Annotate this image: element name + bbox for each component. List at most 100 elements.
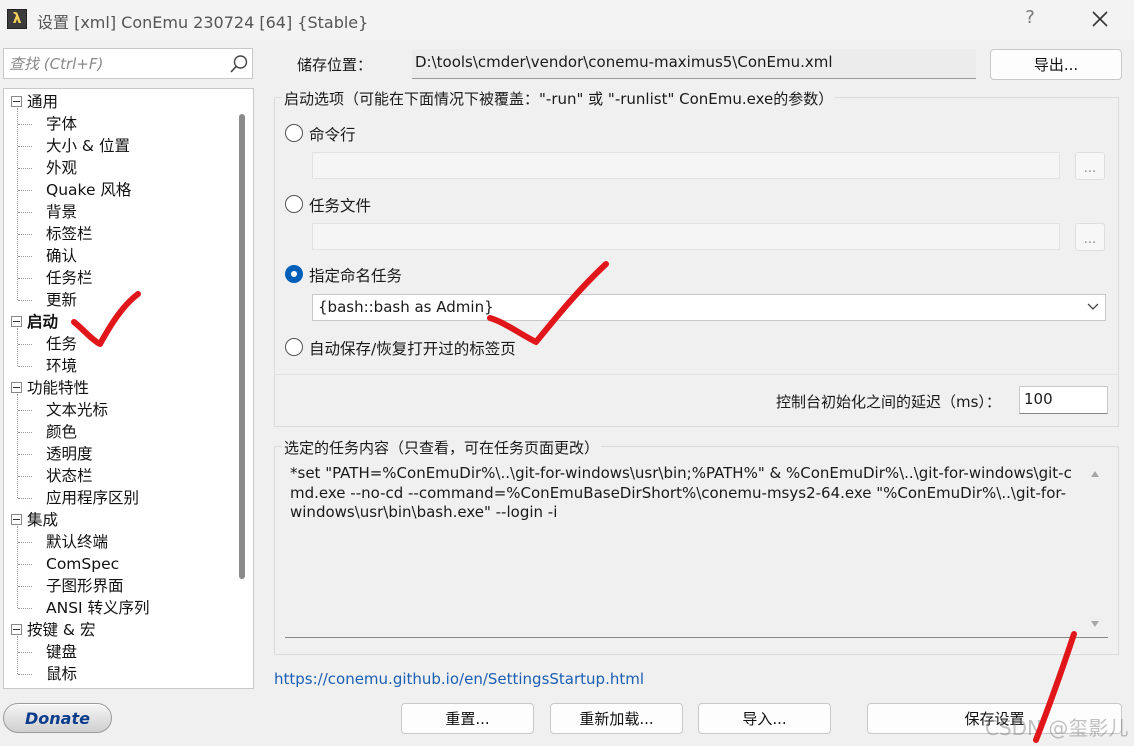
tree-connector <box>18 410 32 411</box>
tree-connector <box>17 526 18 608</box>
tree-connector <box>18 190 32 191</box>
tree-item[interactable]: 默认终端 <box>46 531 108 553</box>
help-link[interactable]: https://conemu.github.io/en/SettingsStar… <box>274 670 644 688</box>
tree-item[interactable]: ANSI 转义序列 <box>46 597 150 619</box>
tree-group[interactable]: 功能特性 <box>27 377 89 399</box>
taskfile-browse-button[interactable]: ... <box>1075 223 1105 251</box>
startup-options-group <box>274 97 1119 427</box>
close-icon <box>1092 11 1108 27</box>
tree-connector <box>18 300 32 301</box>
tree-item[interactable]: 颜色 <box>46 421 77 443</box>
startup-options-title: 启动选项（可能在下面情况下被覆盖："-run" 或 "-runlist" Con… <box>282 88 836 109</box>
tree-connector <box>18 432 32 433</box>
autosave-label[interactable]: 自动保存/恢复打开过的标签页 <box>309 337 516 359</box>
app-icon[interactable]: λ <box>7 9 27 29</box>
storage-path-field[interactable]: D:\tools\cmder\vendor\conemu-maximus5\Co… <box>412 49 976 79</box>
tree-connector <box>18 234 32 235</box>
tree-item[interactable]: 字体 <box>46 113 77 135</box>
tree-connector <box>18 278 32 279</box>
delay-input[interactable]: 100 <box>1019 386 1108 414</box>
named-task-label[interactable]: 指定命名任务 <box>309 264 402 286</box>
tree-item[interactable]: ComSpec <box>46 553 119 575</box>
named-task-value: {bash::bash as Admin} <box>318 298 494 316</box>
tree-connector <box>18 586 32 587</box>
tree-connector <box>18 564 32 565</box>
tree-scrollbar[interactable] <box>239 114 245 579</box>
named-task-radio[interactable] <box>285 265 303 283</box>
delay-label: 控制台初始化之间的延迟（ms）： <box>776 393 1001 411</box>
tree-item[interactable]: 鼠标 <box>46 663 77 685</box>
help-button[interactable]: ? <box>1020 7 1040 31</box>
tree-item[interactable]: 子图形界面 <box>46 575 124 597</box>
tree-item[interactable]: 环境 <box>46 355 77 377</box>
tree-item[interactable]: 透明度 <box>46 443 93 465</box>
tree-connector <box>17 636 18 674</box>
tree-connector <box>18 542 32 543</box>
tree-connector <box>18 454 32 455</box>
cmdline-label[interactable]: 命令行 <box>309 123 356 145</box>
tree-item[interactable]: 大小 & 位置 <box>46 135 130 157</box>
export-button[interactable]: 导出... <box>990 49 1122 80</box>
tree-item[interactable]: 确认 <box>46 245 77 267</box>
close-button[interactable] <box>1086 5 1114 33</box>
window-title: 设置 [xml] ConEmu 230724 [64] {Stable} <box>37 13 369 32</box>
tree-item[interactable]: 任务栏 <box>46 267 93 289</box>
tree-expander[interactable] <box>11 316 22 327</box>
tree-connector <box>18 498 32 499</box>
tree-item[interactable]: 状态栏 <box>46 465 93 487</box>
tree-connector <box>17 108 18 300</box>
tree-group[interactable]: 通用 <box>27 91 58 113</box>
tree-connector <box>17 328 18 366</box>
tree-connector <box>18 256 32 257</box>
tree-connector <box>18 146 32 147</box>
tree-connector <box>18 674 32 675</box>
tree-item[interactable]: 更新 <box>46 289 77 311</box>
tree-connector <box>18 212 32 213</box>
tree-expander[interactable] <box>11 382 22 393</box>
tree-connector <box>18 366 32 367</box>
tree-item[interactable]: 任务 <box>46 333 77 355</box>
tree-item[interactable]: Quake 风格 <box>46 179 131 201</box>
task-content-title: 选定的任务内容（只查看，可在任务页面更改） <box>282 437 602 458</box>
startup-divider <box>275 374 1118 375</box>
tree-item[interactable]: 标签栏 <box>46 223 93 245</box>
tree-item[interactable]: 背景 <box>46 201 77 223</box>
tree-item[interactable]: 文本光标 <box>46 399 108 421</box>
tree-connector <box>18 344 32 345</box>
cmdline-field <box>312 152 1060 179</box>
scroll-down-icon[interactable] <box>1090 620 1100 628</box>
taskfile-field <box>312 223 1060 250</box>
cmdline-browse-button[interactable]: ... <box>1075 152 1105 180</box>
tree-connector <box>18 608 32 609</box>
tree-connector <box>18 476 32 477</box>
named-task-select[interactable]: {bash::bash as Admin} <box>312 294 1106 321</box>
taskfile-radio[interactable] <box>285 195 303 213</box>
tree-group[interactable]: 按键 & 宏 <box>27 619 95 641</box>
title-bar: λ 设置 [xml] ConEmu 230724 [64] {Stable} ? <box>0 0 1134 40</box>
search-input[interactable] <box>7 53 217 75</box>
tree-group[interactable]: 启动 <box>27 311 58 333</box>
tree-group[interactable]: 集成 <box>27 509 58 531</box>
tree-expander[interactable] <box>11 624 22 635</box>
tree-connector <box>18 652 32 653</box>
autosave-radio[interactable] <box>285 338 303 356</box>
search-icon[interactable] <box>228 53 250 75</box>
tree-expander[interactable] <box>11 96 22 107</box>
settings-tree[interactable]: 通用 字体 大小 & 位置 外观 Quake 风格 背景 标签栏 确认 任务栏 更新 启动 任务 环境功… <box>3 88 254 689</box>
taskfile-label[interactable]: 任务文件 <box>309 194 371 216</box>
tree-item[interactable]: 外观 <box>46 157 77 179</box>
cmdline-radio[interactable] <box>285 124 303 142</box>
reload-button[interactable]: 重新加载... <box>550 703 683 734</box>
tree-item[interactable]: 应用程序区别 <box>46 487 139 509</box>
tree-expander[interactable] <box>11 514 22 525</box>
chevron-down-icon <box>1087 303 1099 310</box>
task-content-box[interactable]: *set "PATH=%ConEmuDir%\..\git-for-window… <box>285 460 1108 638</box>
tree-item[interactable]: 键盘 <box>46 641 77 663</box>
donate-button[interactable]: Donate <box>3 703 112 733</box>
search-box <box>3 48 253 79</box>
import-button[interactable]: 导入... <box>698 703 831 734</box>
tree-connector <box>17 394 18 498</box>
reset-button[interactable]: 重置... <box>401 703 534 734</box>
scroll-up-icon[interactable] <box>1090 470 1100 478</box>
task-content-text: *set "PATH=%ConEmuDir%\..\git-for-window… <box>290 464 1072 521</box>
